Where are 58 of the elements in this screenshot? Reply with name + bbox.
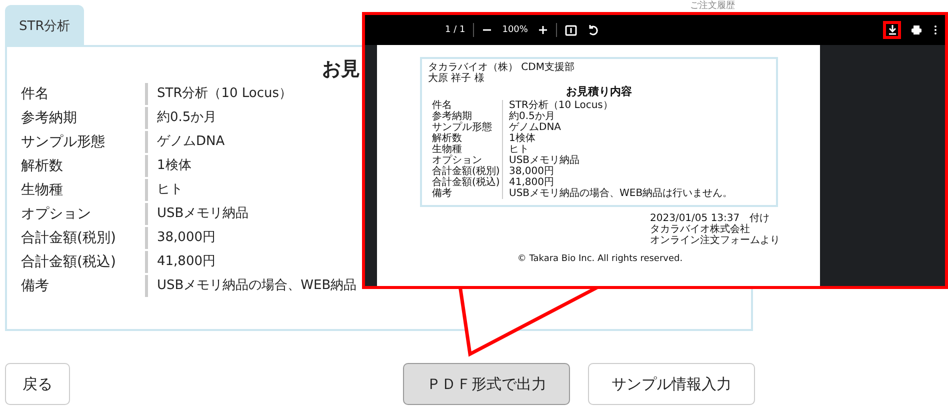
field-label: 件名 — [20, 85, 50, 104]
footer-line: タカラバイオ株式会社 — [650, 224, 751, 235]
field-label: 解析数 — [20, 157, 64, 176]
field-value: 1検体 — [502, 133, 770, 144]
field-label: 合計金額(税別) — [20, 229, 117, 248]
field-label: 備考 — [432, 188, 453, 199]
heading: お見 — [322, 57, 360, 82]
footer-line: オンライン注文フォームより — [650, 235, 780, 246]
field-value: 41,800円 — [502, 177, 770, 188]
field-label: 合計金額(税込) — [20, 253, 117, 272]
field-value: ヒト — [145, 179, 183, 201]
field-label: サンプル形態 — [20, 133, 106, 152]
field-label: オプション — [20, 205, 92, 224]
download-button[interactable] — [883, 21, 901, 39]
recipient-line: タカラバイオ（株） CDM支援部 — [428, 62, 576, 73]
field-value: 38,000円 — [145, 227, 216, 249]
field-label: 参考納期 — [20, 109, 78, 128]
field-label: 解析数 — [432, 133, 463, 144]
field-label: 合計金額(税込) — [432, 177, 501, 188]
recipient-line: 大原 祥子 様 — [428, 73, 486, 84]
download-icon — [888, 25, 896, 35]
copyright-text: © Takara Bio Inc. All rights reserved. — [516, 254, 684, 265]
field-value: 約0.5か月 — [145, 107, 217, 129]
action-button[interactable]: サンプル情報入力 — [588, 363, 755, 405]
fit-page-icon[interactable] — [564, 24, 577, 36]
field-value: USBメモリ納品の場合、WEB納品は行いません。 — [502, 188, 770, 199]
action-button[interactable]: ＰＤＦ形式で出力 — [403, 363, 570, 405]
action-button[interactable]: 戻る — [5, 363, 70, 405]
field-value: 38,000円 — [502, 166, 770, 177]
field-value: USBメモリ納品 — [502, 155, 770, 166]
field-value: USBメモリ納品の場合、WEB納品 — [145, 275, 357, 297]
field-label: 生物種 — [20, 181, 64, 200]
field-label: 件名 — [432, 100, 452, 111]
field-value: STR分析（10 Locus） — [145, 83, 292, 105]
field-value: 1検体 — [145, 155, 192, 177]
document-title: お見積り内容 — [565, 84, 633, 100]
field-value: ゲノムDNA — [145, 131, 225, 153]
field-label: 備考 — [20, 277, 50, 296]
field-label: 参考納期 — [432, 111, 473, 122]
field-value: 41,800円 — [145, 251, 216, 273]
field-label: サンプル形態 — [432, 122, 493, 133]
field-label: 生物種 — [432, 144, 463, 155]
zoom-level: 100% — [502, 25, 528, 35]
print-icon[interactable] — [911, 25, 922, 35]
field-value: STR分析（10 Locus） — [502, 100, 770, 111]
field-value: 約0.5か月 — [502, 111, 770, 122]
field-value: ゲノムDNA — [502, 122, 770, 133]
more-icon[interactable] — [934, 25, 937, 35]
footer-line: 2023/01/05 13:37 付け — [650, 213, 771, 224]
field-value: USBメモリ納品 — [145, 203, 249, 225]
header-text: ご注文履歴 — [690, 0, 735, 12]
page-indicator: 1 / 1 — [445, 25, 466, 35]
tab[interactable]: STR分析 — [5, 5, 84, 45]
zoom-in-icon[interactable] — [538, 25, 548, 35]
field-label: 合計金額(税別) — [432, 166, 501, 177]
rotate-icon[interactable] — [586, 24, 599, 36]
field-value: ヒト — [502, 144, 770, 155]
field-label: オプション — [432, 155, 482, 166]
